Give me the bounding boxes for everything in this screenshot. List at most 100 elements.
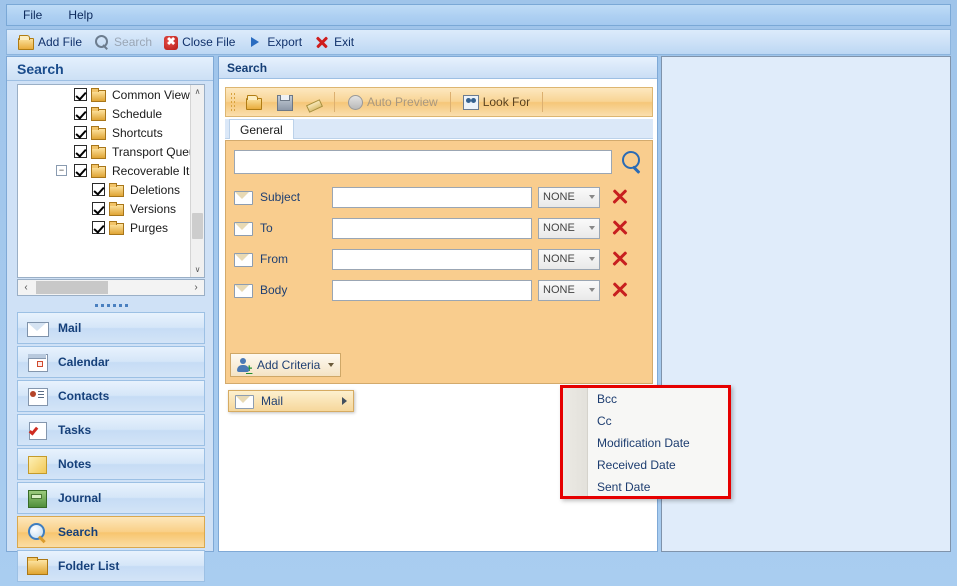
sidebar-item-label: Journal <box>58 491 102 505</box>
folder-list-icon <box>26 556 48 576</box>
chevron-down-icon <box>589 195 595 199</box>
mail-icon <box>235 394 254 409</box>
tree-node-purges[interactable]: Purges <box>18 218 190 237</box>
add-file-button[interactable]: Add File <box>15 32 89 52</box>
search-icon <box>94 34 110 50</box>
sidebar-item-tasks[interactable]: Tasks <box>17 414 205 446</box>
tree-node-label: Versions <box>130 201 177 216</box>
sidebar-item-notes[interactable]: Notes <box>17 448 205 480</box>
search-input[interactable] <box>234 150 612 174</box>
checkbox-icon[interactable] <box>92 183 105 196</box>
menu-bar: File Help <box>6 4 951 26</box>
criteria-label: From <box>260 252 288 266</box>
quick-search-row <box>234 149 644 175</box>
tree-horizontal-scrollbar[interactable]: ‹ › <box>17 279 205 296</box>
pane-splitter-handle[interactable] <box>17 301 205 310</box>
folder-icon <box>90 107 106 121</box>
body-condition-select[interactable]: NONE <box>538 279 600 301</box>
menu-item-mail[interactable]: Mail <box>228 390 354 412</box>
folder-tree-items: Common Views Schedule Shortcuts Transpor… <box>18 85 190 277</box>
menu-item-bcc[interactable]: Bcc <box>563 388 728 410</box>
body-field[interactable] <box>332 279 532 301</box>
sidebar-item-folder-list[interactable]: Folder List <box>17 550 205 582</box>
toolbar-grip-icon[interactable] <box>230 92 235 112</box>
main-toolbar: Add File Search ✖ Close File Export Exit <box>6 29 951 55</box>
chevron-down-icon <box>589 226 595 230</box>
vertical-scroll-thumb[interactable] <box>192 213 203 239</box>
sidebar-item-label: Folder List <box>58 559 120 573</box>
remove-criteria-button[interactable] <box>610 218 630 238</box>
menu-item-file[interactable]: File <box>13 6 52 24</box>
subject-field[interactable] <box>332 186 532 208</box>
tree-node-deletions[interactable]: Deletions <box>18 180 190 199</box>
tree-node-schedule[interactable]: Schedule <box>18 104 190 123</box>
add-criteria-button[interactable]: + Add Criteria <box>230 353 342 377</box>
sidebar-item-label: Contacts <box>58 389 110 403</box>
exit-button[interactable]: Exit <box>311 32 361 52</box>
close-file-button[interactable]: ✖ Close File <box>161 32 242 52</box>
sidebar-item-journal[interactable]: Journal <box>17 482 205 514</box>
tree-node-shortcuts[interactable]: Shortcuts <box>18 123 190 142</box>
from-condition-select[interactable]: NONE <box>538 248 600 270</box>
scroll-up-icon[interactable]: ∧ <box>191 85 204 99</box>
tree-node-recoverable-items[interactable]: − Recoverable Item <box>18 161 190 180</box>
folder-tree[interactable]: Common Views Schedule Shortcuts Transpor… <box>17 84 205 278</box>
folder-icon <box>108 183 124 197</box>
tab-label: General <box>240 122 283 137</box>
add-file-label: Add File <box>38 35 83 49</box>
mail-icon <box>234 190 253 205</box>
to-field[interactable] <box>332 217 532 239</box>
tree-node-common-views[interactable]: Common Views <box>18 85 190 104</box>
checkbox-icon[interactable] <box>74 126 87 139</box>
search-button[interactable]: Search <box>91 32 159 52</box>
export-button[interactable]: Export <box>244 32 309 52</box>
sidebar-item-mail[interactable]: Mail <box>17 312 205 344</box>
checkbox-icon[interactable] <box>74 88 87 101</box>
sidebar-item-contacts[interactable]: Contacts <box>17 380 205 412</box>
collapse-expander-icon[interactable]: − <box>56 165 67 176</box>
checkbox-icon[interactable] <box>92 221 105 234</box>
chevron-right-icon <box>342 397 347 405</box>
subject-condition-select[interactable]: NONE <box>538 186 600 208</box>
menu-item-modification-date[interactable]: Modification Date <box>563 432 728 454</box>
open-search-button[interactable] <box>240 91 268 113</box>
condition-value: NONE <box>543 222 575 234</box>
remove-criteria-button[interactable] <box>610 187 630 207</box>
menu-item-help[interactable]: Help <box>58 6 103 24</box>
to-condition-select[interactable]: NONE <box>538 217 600 239</box>
checkbox-icon[interactable] <box>92 202 105 215</box>
tab-strip: General <box>225 119 653 139</box>
search-panel-title: Search <box>219 57 657 79</box>
notes-icon <box>26 454 48 474</box>
save-search-button[interactable] <box>270 91 298 113</box>
remove-criteria-button[interactable] <box>610 249 630 269</box>
sidebar-item-search[interactable]: Search <box>17 516 205 548</box>
from-field[interactable] <box>332 248 532 270</box>
sidebar-item-calendar[interactable]: Calendar <box>17 346 205 378</box>
checkbox-icon[interactable] <box>74 145 87 158</box>
search-magnifier-icon[interactable] <box>620 150 644 174</box>
toolbar-separator <box>449 92 451 112</box>
tree-node-transport-queue[interactable]: Transport Queue <box>18 142 190 161</box>
checkbox-icon[interactable] <box>74 107 87 120</box>
clear-search-button[interactable] <box>300 91 328 113</box>
tab-general[interactable]: General <box>229 119 294 139</box>
tree-node-versions[interactable]: Versions <box>18 199 190 218</box>
auto-preview-icon <box>347 94 363 110</box>
tree-node-label: Purges <box>130 220 169 235</box>
horizontal-scroll-track[interactable] <box>34 280 188 295</box>
tree-vertical-scrollbar[interactable]: ∧ ∨ <box>190 85 204 277</box>
remove-criteria-button[interactable] <box>610 280 630 300</box>
checkbox-icon[interactable] <box>74 164 87 177</box>
scroll-left-icon[interactable]: ‹ <box>18 282 34 293</box>
menu-item-cc[interactable]: Cc <box>563 410 728 432</box>
mail-icon <box>234 221 253 236</box>
horizontal-scroll-thumb[interactable] <box>36 281 108 294</box>
scroll-right-icon[interactable]: › <box>188 282 204 293</box>
menu-item-sent-date[interactable]: Sent Date <box>563 476 728 498</box>
menu-item-received-date[interactable]: Received Date <box>563 454 728 476</box>
look-for-button[interactable]: Look For <box>457 91 536 113</box>
mail-icon <box>26 318 49 338</box>
scroll-down-icon[interactable]: ∨ <box>191 263 204 277</box>
auto-preview-button[interactable]: Auto Preview <box>341 91 444 113</box>
